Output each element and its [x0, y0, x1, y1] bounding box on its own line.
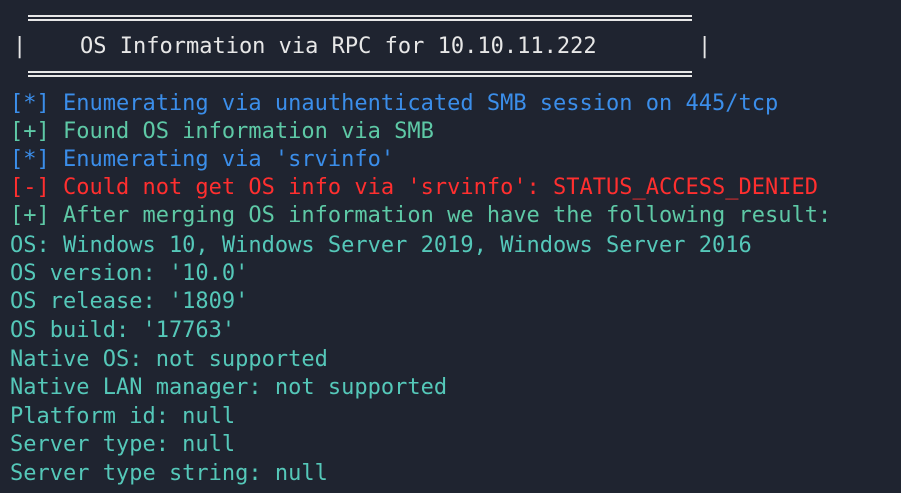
output-line-srvinfo-error: [-] Could not get OS info via 'srvinfo':…	[10, 175, 818, 200]
output-line-os-version: OS version: '10.0'	[10, 261, 249, 286]
output-line-native-lan-manager: Native LAN manager: not supported	[10, 375, 448, 400]
output-line-os-build: OS build: '17763'	[10, 318, 236, 343]
banner-left-pipe: |	[13, 34, 27, 59]
output-line-server-type-string: Server type string: null	[10, 461, 328, 486]
output-line-srvinfo-enum: [*] Enumerating via 'srvinfo'	[10, 147, 395, 172]
output-line-merge-result: [+] After merging OS information we have…	[10, 203, 832, 228]
banner-right-pipe: |	[698, 34, 712, 59]
banner-bottom-border	[28, 71, 692, 77]
output-line-platform-id: Platform id: null	[10, 404, 236, 429]
output-line-os-release: OS release: '1809'	[10, 289, 249, 314]
output-line-os: OS: Windows 10, Windows Server 2019, Win…	[10, 233, 752, 258]
output-line-found-os: [+] Found OS information via SMB	[10, 119, 434, 144]
output-line-server-type: Server type: null	[10, 432, 236, 457]
banner-title: OS Information via RPC for 10.10.11.222	[80, 34, 597, 59]
banner-top-border	[28, 15, 692, 21]
terminal-window[interactable]: | OS Information via RPC for 10.10.11.22…	[0, 0, 901, 493]
output-line-smb-enum: [*] Enumerating via unauthenticated SMB …	[10, 91, 779, 116]
output-line-native-os: Native OS: not supported	[10, 347, 328, 372]
